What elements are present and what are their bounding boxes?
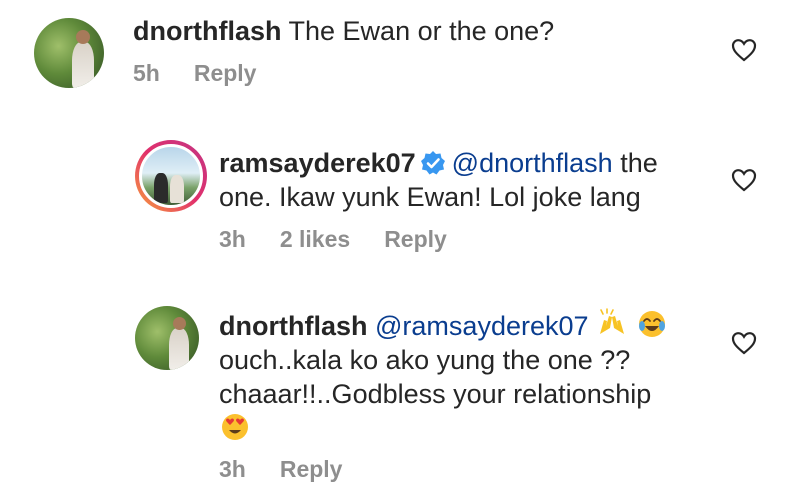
mention-link[interactable]: @ramsayderek07 [375,311,589,341]
avatar-head [173,317,186,330]
comment-1: dnorthflash The Ewan or the one? 5h Repl… [0,0,800,120]
avatar[interactable] [135,306,199,370]
comment-text: dnorthflash @ramsayderek07 ouch..kala ko… [219,308,719,446]
comment-time: 5h [133,60,160,86]
heart-eyes-emoji [222,414,248,440]
avatar-head [76,30,90,44]
avatar-person-1 [154,173,168,203]
avatar-person-2 [170,175,184,203]
comment-username[interactable]: dnorthflash [219,311,368,341]
heart-outline-icon[interactable] [731,168,757,192]
comment-body-part: the [620,148,658,178]
comment-time: 3h [219,226,246,252]
comment-line-4 [219,411,719,446]
avatar[interactable] [34,18,104,88]
reply-button[interactable]: Reply [194,60,257,87]
comment-2: ramsayderek07 @dnorthflash the one. Ikaw… [0,130,800,270]
comment-text: dnorthflash The Ewan or the one? [133,14,554,48]
heart-outline-icon[interactable] [731,331,757,355]
mention-link[interactable]: @dnorthflash [452,148,613,178]
comment-line-1: dnorthflash @ramsayderek07 [219,308,719,343]
verified-badge-icon [420,151,445,175]
comment-line-2: ouch..kala ko ako yung the one ?? [219,345,631,375]
reply-button[interactable]: Reply [384,226,447,253]
avatar-person [169,328,189,370]
reply-button[interactable]: Reply [280,456,343,483]
comment-meta: 3h 2 likes Reply [219,226,447,253]
heart-outline-icon[interactable] [731,38,757,62]
comment-line-3: chaaar!!..Godbless your relationship [219,379,652,409]
avatar[interactable] [135,140,207,212]
comment-3: dnorthflash @ramsayderek07 ouch..kala ko… [0,296,800,499]
avatar-photo [139,144,203,208]
likes-count[interactable]: 2 likes [280,226,350,253]
comment-time: 3h [219,456,246,482]
comment-line-2: one. Ikaw yunk Ewan! Lol joke lang [219,182,641,212]
comment-text: ramsayderek07 @dnorthflash the one. Ikaw… [219,146,699,214]
comment-line-1: ramsayderek07 @dnorthflash the [219,146,699,180]
comment-username[interactable]: dnorthflash [133,16,282,46]
raising-hands-emoji [600,308,625,334]
comment-body: The Ewan or the one? [288,16,555,46]
tears-of-joy-emoji [638,311,665,337]
comment-meta: 3h Reply [219,456,342,483]
comment-username[interactable]: ramsayderek07 [219,148,416,178]
comment-meta: 5h Reply [133,60,256,87]
avatar-person [72,42,94,88]
